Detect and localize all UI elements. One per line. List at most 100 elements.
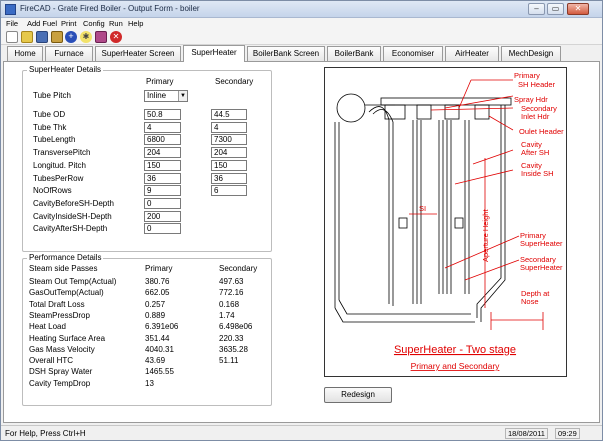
menu-print[interactable]: Print	[61, 19, 76, 28]
sh-secondary-input[interactable]: 36	[211, 172, 247, 184]
menu-bar: File Add Fuel Print Config Run Help	[1, 18, 602, 29]
sh-secondary-input[interactable]: 44.5	[211, 109, 247, 120]
close-button[interactable]: ✕	[567, 3, 589, 15]
open-icon[interactable]	[21, 31, 33, 43]
print-icon[interactable]	[51, 31, 63, 43]
perf-primary-value: 6.391e06	[145, 322, 179, 332]
sh-primary-input[interactable]: 9	[144, 185, 181, 197]
perf-primary-value: 380.76	[145, 277, 170, 286]
tab-mechdesign[interactable]: MechDesign	[501, 46, 561, 61]
label-inside-sh: Inside SH	[521, 169, 554, 178]
sh-row-label: TubesPerRow	[33, 173, 84, 183]
toolbar: + ✱ ✕	[1, 29, 602, 45]
minimize-button[interactable]: –	[528, 3, 545, 15]
sh-primary-input[interactable]: 4	[144, 121, 181, 133]
sh-secondary-input[interactable]: 6	[211, 185, 247, 197]
perf-row-label: Heat Load	[29, 322, 66, 332]
sh-row-label: CavityBeforeSH-Depth	[33, 198, 114, 208]
perf-row-label: Steam Out Temp(Actual)	[29, 277, 117, 286]
app-icon	[5, 4, 16, 15]
tab-boilerbank-screen[interactable]: BoilerBank Screen	[247, 46, 325, 61]
perf-row-label: SteamPressDrop	[29, 310, 90, 320]
tab-airheater[interactable]: AirHeater	[445, 46, 499, 61]
label-aperture-height: Aperture Height	[481, 209, 490, 262]
app-window: FireCAD - Grate Fired Boiler - Output Fo…	[0, 0, 603, 441]
label-primary-sh-2: SuperHeater	[520, 239, 563, 248]
perf-col-secondary-header: Secondary	[219, 264, 258, 273]
tab-superheater-screen[interactable]: SuperHeater Screen	[95, 46, 181, 61]
superheater-details-group: SuperHeater Details Primary Secondary Tu…	[22, 65, 272, 252]
title-bar: FireCAD - Grate Fired Boiler - Output Fo…	[1, 1, 602, 18]
tab-boilerbank[interactable]: BoilerBank	[327, 46, 381, 61]
tab-strip: Home Furnace SuperHeater Screen SuperHea…	[3, 45, 600, 62]
sh-row-label: CavityInsideSH-Depth	[33, 211, 112, 221]
tools-icon[interactable]	[95, 31, 107, 43]
perf-col-primary-header: Primary	[145, 264, 173, 273]
maximize-button[interactable]: ▭	[547, 3, 564, 15]
tube-pitch-value: Inline	[147, 91, 167, 100]
perf-primary-value: 4040.31	[145, 344, 174, 354]
perf-primary-value: 0.257	[145, 299, 166, 309]
sh-secondary-input[interactable]: 204	[211, 147, 247, 159]
label-after-sh: After SH	[521, 148, 549, 157]
menu-file[interactable]: File	[6, 19, 18, 28]
status-bar: For Help, Press Ctrl+H 18/08/2011 09:29	[1, 425, 602, 440]
perf-row-label: Cavity TempDrop	[29, 378, 91, 388]
add-icon[interactable]: +	[65, 31, 77, 43]
diagram-subtitle: Primary and Secondary	[411, 361, 501, 371]
perf-row-label: Overall HTC	[29, 356, 74, 366]
sh-primary-input[interactable]: 50.8	[144, 109, 181, 120]
tab-superheater[interactable]: SuperHeater	[183, 45, 245, 62]
status-date: 18/08/2011	[505, 428, 548, 439]
sh-secondary-input[interactable]: 7300	[211, 134, 247, 146]
label-inlet-hdr: Inlet Hdr	[521, 112, 550, 121]
help-icon[interactable]: ✱	[80, 31, 92, 43]
sh-secondary-input[interactable]: 4	[211, 121, 247, 133]
tab-furnace[interactable]: Furnace	[45, 46, 93, 61]
tab-home[interactable]: Home	[7, 46, 43, 61]
perf-secondary-value: 220.33	[219, 333, 244, 343]
perf-secondary-value: 1.74	[219, 310, 235, 320]
chevron-down-icon[interactable]: ▼	[178, 91, 187, 101]
sh-primary-input[interactable]: 0	[144, 223, 181, 235]
tube-pitch-label: Tube Pitch	[33, 91, 71, 100]
stop-icon[interactable]: ✕	[110, 31, 122, 43]
sh-row-label: TubeLength	[33, 135, 76, 145]
menu-config[interactable]: Config	[83, 19, 105, 28]
perf-primary-value: 662.05	[145, 288, 170, 298]
sh-primary-input[interactable]: 150	[144, 159, 181, 171]
perf-row-label: Heating Surface Area	[29, 333, 106, 343]
superheater-drawing: Primary SH Header Spray Hdr Secondary In…	[334, 71, 564, 371]
perf-secondary-value: 497.63	[219, 277, 244, 286]
sh-primary-input[interactable]: 0	[144, 197, 181, 209]
perf-secondary-value: 3635.28	[219, 344, 248, 354]
sh-primary-input[interactable]: 200	[144, 210, 181, 222]
sh-primary-input[interactable]: 6800	[144, 134, 181, 146]
label-outlet-header: Oulet Header	[519, 127, 564, 136]
sh-row-label: NoOfRows	[33, 186, 72, 196]
sh-row-label: Longitud. Pitch	[33, 160, 86, 170]
steam-side-passes-label: Steam side Passes	[29, 264, 98, 273]
sh-primary-input[interactable]: 204	[144, 147, 181, 159]
sh-primary-input[interactable]: 36	[144, 172, 181, 184]
label-primary: Primary	[514, 71, 540, 80]
perf-secondary-value: 6.498e06	[219, 322, 253, 332]
menu-run[interactable]: Run	[109, 19, 123, 28]
tab-economiser[interactable]: Economiser	[383, 46, 443, 61]
label-secondary-sh-2: SuperHeater	[520, 263, 563, 272]
perf-primary-value: 13	[145, 378, 154, 388]
menu-add-fuel[interactable]: Add Fuel	[27, 19, 57, 28]
diagram-title: SuperHeater - Two stage	[394, 344, 516, 356]
redesign-button[interactable]: Redesign	[324, 387, 392, 403]
perf-row-label: Total Draft Loss	[29, 299, 85, 309]
menu-help[interactable]: Help	[128, 19, 143, 28]
perf-secondary-value: 772.16	[219, 288, 244, 298]
tube-pitch-select[interactable]: Inline ▼	[144, 90, 188, 102]
new-icon[interactable]	[6, 31, 18, 43]
status-time: 09:29	[555, 428, 580, 439]
sh-row-label: TransversePitch	[33, 148, 91, 158]
sh-secondary-input[interactable]: 150	[211, 159, 247, 171]
perf-row-label: GasOutTemp(Actual)	[29, 288, 104, 298]
save-icon[interactable]	[36, 31, 48, 43]
label-spray-hdr: Spray Hdr	[514, 95, 548, 104]
